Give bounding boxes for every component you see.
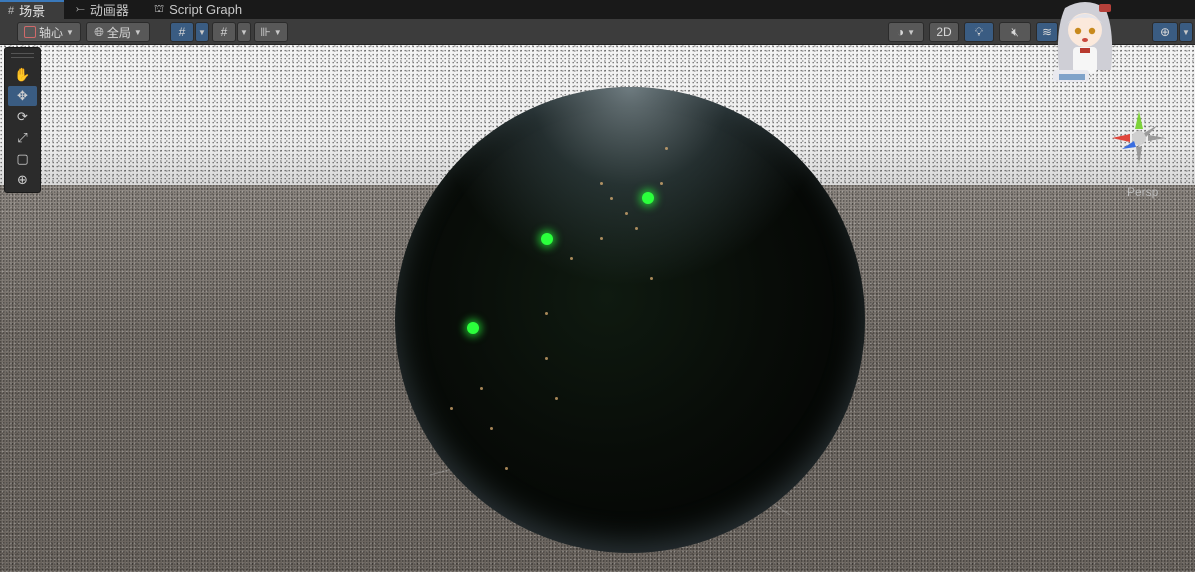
grid-snap-dropdown[interactable]: ▼ <box>195 22 209 42</box>
location-marker[interactable] <box>467 322 479 334</box>
rotate-icon: ⟳ <box>17 109 28 124</box>
editor-tab-bar: # 场景 ⤚ 动画器 ⛫ Script Graph <box>0 0 1195 19</box>
mode-2d-toggle[interactable]: 2D <box>929 22 959 42</box>
city-light <box>625 212 628 215</box>
light-bulb-icon: 💡︎ <box>974 24 984 39</box>
move-tool-button[interactable]: ✥ <box>8 86 37 106</box>
chevron-down-icon: ▼ <box>273 27 282 37</box>
scale-icon: ⤢ <box>17 130 28 145</box>
city-light <box>600 182 603 185</box>
city-light <box>600 237 603 240</box>
chevron-down-icon: ▼ <box>1182 27 1190 37</box>
drag-handle[interactable] <box>11 53 34 58</box>
city-light <box>610 197 613 200</box>
city-light <box>490 427 493 430</box>
chevron-down-icon: ▼ <box>240 27 248 37</box>
audio-toggle[interactable]: 🔇︎ <box>999 22 1031 42</box>
lighting-toggle[interactable]: 💡︎ <box>964 22 994 42</box>
transform-icon: ⊕ <box>17 172 28 187</box>
city-light <box>545 312 548 315</box>
pivot-icon <box>24 26 37 38</box>
orientation-gizmo[interactable] <box>1108 107 1170 169</box>
pivot-dropdown[interactable]: 轴心 ▼ <box>17 22 81 42</box>
tab-scene[interactable]: # 场景 <box>0 0 64 19</box>
tab-script-graph[interactable]: ⛫ Script Graph <box>146 0 252 19</box>
city-light <box>650 277 653 280</box>
city-light <box>505 467 508 470</box>
tab-animator[interactable]: ⤚ 动画器 <box>68 0 146 19</box>
move-icon: ✥ <box>17 88 28 103</box>
graph-icon: ⛫ <box>154 2 165 15</box>
chevron-down-icon: ▼ <box>133 27 142 37</box>
city-light <box>570 257 573 260</box>
rect-icon: ▢ <box>16 151 29 166</box>
tab-label: 场景 <box>19 4 46 19</box>
tab-label: 动画器 <box>89 3 129 18</box>
city-light <box>665 147 668 150</box>
increment-snap-toggle[interactable]: # <box>212 22 236 42</box>
earth-sphere[interactable] <box>395 87 865 553</box>
animator-icon: ⤚ <box>76 3 85 15</box>
grid-icon: # <box>8 4 15 17</box>
gizmos-toggle[interactable]: ⊕ <box>1152 22 1178 42</box>
pivot-label: 轴心 <box>39 25 64 40</box>
grid-snap-toggle[interactable]: # <box>170 22 194 42</box>
city-light <box>635 227 638 230</box>
avatar <box>1053 2 1113 82</box>
globe-icon: 🌐︎ <box>94 24 104 39</box>
grid-snap-icon: # <box>178 25 186 39</box>
scene-viewport[interactable]: Persp <box>0 45 1195 572</box>
transform-tool-button[interactable]: ⊕ <box>8 170 37 190</box>
gizmo-globe-icon: ⊕ <box>1159 25 1171 39</box>
city-light <box>660 182 663 185</box>
increment-snap-dropdown[interactable]: ▼ <box>237 22 251 42</box>
scale-tool-button[interactable]: ⤢ <box>8 128 37 148</box>
chevron-down-icon: ▼ <box>66 27 74 37</box>
audio-muted-icon: 🔇︎ <box>1011 24 1019 39</box>
chevron-down-icon: ▼ <box>198 27 206 37</box>
tools-overlay: ✋ ✥ ⟳ ⤢ ▢ ⊕ <box>4 47 41 193</box>
city-light <box>555 397 558 400</box>
location-marker[interactable] <box>642 192 654 204</box>
projection-label[interactable]: Persp <box>1127 185 1158 199</box>
draw-mode-dropdown[interactable]: ◑ ▼ <box>888 22 924 42</box>
ruler-dropdown[interactable]: ⊪ ▼ <box>254 22 288 42</box>
city-light <box>480 387 483 390</box>
atmosphere-haze <box>395 87 865 320</box>
rotate-tool-button[interactable]: ⟳ <box>8 107 37 127</box>
scene-toolbar: 轴心 ▼ 🌐︎ 全局 ▼ # ▼ # ▼ ⊪ ▼ ◑ ▼ 2D 💡︎ 🔇︎ ≋ … <box>0 19 1195 45</box>
gizmos-dropdown[interactable]: ▼ <box>1179 22 1193 42</box>
global-label: 全局 <box>106 25 131 40</box>
ruler-icon: ⊪ <box>260 25 271 39</box>
city-light <box>545 357 548 360</box>
location-marker[interactable] <box>541 233 553 245</box>
increment-snap-icon: # <box>220 25 228 39</box>
chevron-down-icon: ▼ <box>907 27 916 37</box>
hand-tool-button[interactable]: ✋ <box>8 65 37 85</box>
mode-2d-label: 2D <box>936 25 952 39</box>
shading-icon: ◑ <box>896 25 905 39</box>
rect-tool-button[interactable]: ▢ <box>8 149 37 169</box>
hand-icon: ✋ <box>14 67 31 82</box>
tab-label: Script Graph <box>169 2 243 17</box>
city-light <box>450 407 453 410</box>
global-dropdown[interactable]: 🌐︎ 全局 ▼ <box>86 22 150 42</box>
